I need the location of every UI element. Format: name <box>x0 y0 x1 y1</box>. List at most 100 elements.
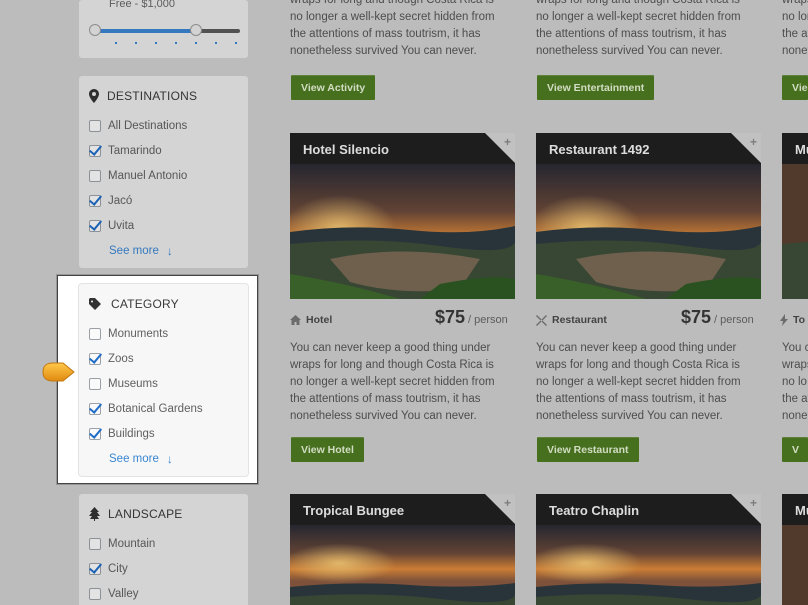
price-amount: $75 <box>681 307 712 327</box>
desc-line: no lo <box>782 376 807 388</box>
desc-line: wraps for long and though Costa Rica is <box>536 359 740 371</box>
option-label: Mountain <box>108 538 156 550</box>
desc-line: You c <box>782 342 808 354</box>
category-see-more-link[interactable]: See more ↓ <box>109 452 173 466</box>
checkbox[interactable] <box>89 170 101 182</box>
plus-icon[interactable]: + <box>750 135 757 149</box>
desc-line: nonet <box>782 410 808 422</box>
view-activity-button[interactable]: View Activity <box>291 75 376 100</box>
destinations-see-more-link[interactable]: See more ↓ <box>109 244 173 258</box>
hotel-card-image[interactable]: Hotel Silencio + <box>290 133 515 299</box>
card-title: Tropical Bungee <box>303 503 405 518</box>
slider-tick <box>215 42 217 44</box>
desc-line: the attentions of mass toutrism, it has <box>536 28 727 40</box>
type-label: Hotel <box>306 314 333 326</box>
landscape-photo <box>782 164 808 299</box>
destination-option[interactable]: Uvita <box>89 219 134 233</box>
third-card-type: To <box>780 314 805 326</box>
teatro-chaplin-card-image[interactable]: Teatro Chaplin + <box>536 494 761 605</box>
activity-description: wraps for long and though Costa Rica is … <box>290 0 495 60</box>
option-label: Jacó <box>108 195 133 207</box>
desc-line: You can never keep a good thing under <box>536 342 737 354</box>
desc-line: nonetheless survived You can never. <box>782 45 808 57</box>
landscape-photo <box>290 164 515 299</box>
plus-icon[interactable]: + <box>750 496 757 510</box>
landscape-option[interactable]: Valley <box>89 587 138 601</box>
checkbox[interactable] <box>89 538 101 550</box>
category-option[interactable]: Botanical Gardens <box>89 402 203 416</box>
view-hotel-button[interactable]: View Hotel <box>291 437 364 462</box>
desc-line: nonetheless survived You can never. <box>290 45 477 57</box>
arrow-down-icon: ↓ <box>166 244 173 258</box>
see-more-label: See more <box>109 453 159 465</box>
destination-option[interactable]: Manuel Antonio <box>89 169 187 183</box>
entertainment-description: wraps for long and though Costa Rica is … <box>536 0 741 60</box>
view-entertainment-button[interactable]: View Entertainment <box>537 75 655 100</box>
plus-icon[interactable]: + <box>504 135 511 149</box>
arrow-down-icon: ↓ <box>166 452 173 466</box>
checkbox[interactable] <box>89 563 101 575</box>
restaurant-description: You can never keep a good thing under wr… <box>536 340 741 425</box>
destination-option[interactable]: Tamarindo <box>89 144 162 158</box>
category-option[interactable]: Buildings <box>89 427 155 441</box>
desc-line: no longer a well-kept secret hidden from <box>536 11 741 23</box>
desc-line: no longer a well-kept secret hidden from <box>782 11 808 23</box>
price-slider[interactable] <box>95 29 240 33</box>
desc-line: no longer a well-kept secret hidden from <box>536 376 741 388</box>
landscape-header: LANDSCAPE <box>89 507 183 521</box>
checkbox[interactable] <box>89 353 101 365</box>
destinations-title: DESTINATIONS <box>107 89 198 103</box>
see-more-label: See more <box>109 245 159 257</box>
slider-tick <box>235 42 237 44</box>
landscape-photo <box>536 164 761 299</box>
bolt-icon <box>780 314 788 326</box>
option-label: Botanical Gardens <box>108 403 203 415</box>
hotel-type: Hotel <box>290 314 332 326</box>
type-label: Restaurant <box>552 314 607 326</box>
destination-option[interactable]: Jacó <box>89 194 132 208</box>
checkbox[interactable] <box>89 195 101 207</box>
checkbox[interactable] <box>89 328 101 340</box>
view-restaurant-button[interactable]: View Restaurant <box>537 437 639 462</box>
desc-line: You can never keep a good thing under <box>290 342 491 354</box>
option-label: Museums <box>108 378 158 390</box>
desc-line: wraps for long and though Costa Rica is <box>536 0 740 6</box>
restaurant-card-image[interactable]: Restaurant 1492 + <box>536 133 761 299</box>
option-label: Zoos <box>108 353 134 365</box>
third-card-button[interactable]: V <box>782 437 808 462</box>
desc-line: the attentions of mass toutrism, it has <box>290 28 481 40</box>
third-bottom-card-image[interactable]: Mu <box>782 494 808 605</box>
hotel-price: $75 / person <box>435 307 508 328</box>
plus-icon[interactable]: + <box>504 496 511 510</box>
landscape-photo <box>536 525 761 605</box>
map-pin-icon <box>89 89 99 103</box>
third-card-description: You c wraps no lo the at nonet <box>782 340 808 425</box>
category-option[interactable]: Monuments <box>89 327 168 341</box>
desc-line: the attentions of mass toutrism, it has <box>782 28 808 40</box>
tropical-bungee-card-image[interactable]: Tropical Bungee + <box>290 494 515 605</box>
desc-line: wraps for long and though Costa Rica is <box>290 359 494 371</box>
checkbox[interactable] <box>89 378 101 390</box>
category-option[interactable]: Museums <box>89 377 158 391</box>
landscape-option[interactable]: Mountain <box>89 537 155 551</box>
option-label: Manuel Antonio <box>108 170 188 182</box>
checkbox[interactable] <box>89 588 101 600</box>
third-column-button[interactable]: Vie <box>782 75 808 100</box>
price-unit: / person <box>468 314 508 326</box>
price-filter-panel: Free - $1,000 <box>79 0 248 58</box>
price-slider-max-handle[interactable] <box>190 24 202 36</box>
checkbox[interactable] <box>89 220 101 232</box>
category-option[interactable]: Zoos <box>89 352 134 366</box>
checkbox[interactable] <box>89 120 101 132</box>
landscape-panel: LANDSCAPE Mountain City Valley <box>79 494 248 605</box>
checkbox[interactable] <box>89 428 101 440</box>
tree-icon <box>89 507 100 521</box>
option-label: Monuments <box>108 328 169 340</box>
landscape-option[interactable]: City <box>89 562 128 576</box>
third-card-image[interactable]: Mu <box>782 133 808 299</box>
desc-line: no longer a well-kept secret hidden from <box>290 376 495 388</box>
price-slider-min-handle[interactable] <box>89 24 101 36</box>
checkbox[interactable] <box>89 403 101 415</box>
checkbox[interactable] <box>89 145 101 157</box>
destination-option[interactable]: All Destinations <box>89 119 187 133</box>
